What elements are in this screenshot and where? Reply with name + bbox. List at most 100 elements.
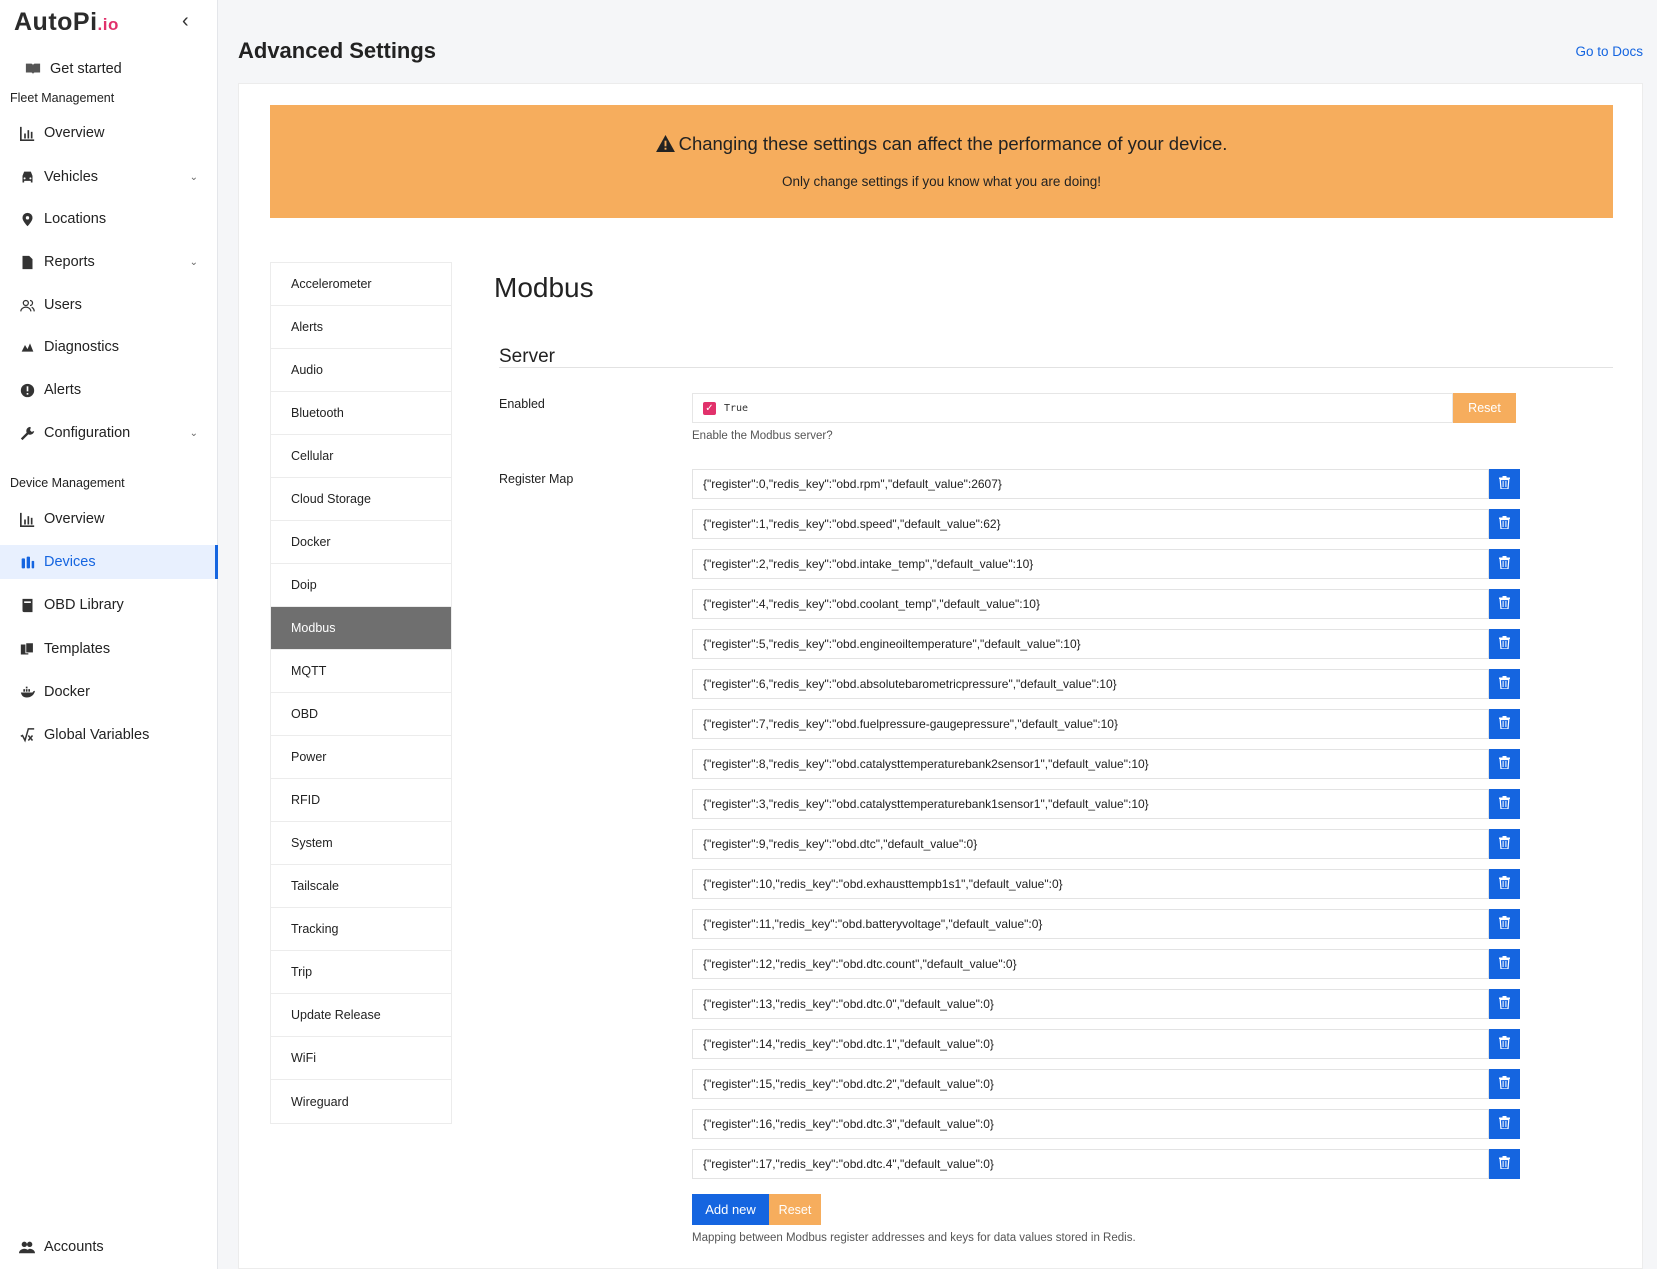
chevron-down-icon[interactable]: ⌄ <box>190 172 198 183</box>
nav-fleet-configuration[interactable]: Configuration ⌄ <box>0 416 218 450</box>
chevron-down-icon[interactable]: ⌄ <box>190 428 198 439</box>
register-map-entry-input[interactable] <box>692 1109 1489 1139</box>
delete-entry-button[interactable] <box>1489 1069 1520 1099</box>
register-map-entry-input[interactable] <box>692 549 1489 579</box>
register-map-row <box>692 1149 1520 1179</box>
register-map-entry-input[interactable] <box>692 1069 1489 1099</box>
settings-menu-item-cloud-storage[interactable]: Cloud Storage <box>271 478 451 521</box>
register-map-entry-input[interactable] <box>692 869 1489 899</box>
settings-menu-item-cellular[interactable]: Cellular <box>271 435 451 478</box>
register-map-entry-input[interactable] <box>692 789 1489 819</box>
settings-menu-item-power[interactable]: Power <box>271 736 451 779</box>
delete-entry-button[interactable] <box>1489 909 1520 939</box>
delete-entry-button[interactable] <box>1489 669 1520 699</box>
register-map-entry-input[interactable] <box>692 989 1489 1019</box>
alert-icon <box>18 381 36 399</box>
delete-entry-button[interactable] <box>1489 589 1520 619</box>
nav-fleet-locations[interactable]: Locations <box>0 202 218 236</box>
nav-fleet-diagnostics[interactable]: Diagnostics <box>0 330 218 364</box>
register-map-row <box>692 589 1520 619</box>
nav-fleet-reports[interactable]: Reports ⌄ <box>0 245 218 279</box>
nav-device-templates[interactable]: Templates <box>0 632 218 666</box>
register-map-entry-input[interactable] <box>692 629 1489 659</box>
register-map-entry-input[interactable] <box>692 829 1489 859</box>
settings-menu-item-wireguard[interactable]: Wireguard <box>271 1080 451 1123</box>
register-map-entry-input[interactable] <box>692 749 1489 779</box>
trash-icon <box>1499 1036 1510 1052</box>
enabled-field[interactable]: ✓ True <box>692 393 1453 423</box>
delete-entry-button[interactable] <box>1489 709 1520 739</box>
register-map-entry-input[interactable] <box>692 909 1489 939</box>
diagnostics-icon <box>18 338 36 356</box>
register-map-reset-button[interactable]: Reset <box>769 1194 821 1225</box>
nav-device-global-variables[interactable]: Global Variables <box>0 718 218 752</box>
settings-menu-item-trip[interactable]: Trip <box>271 951 451 994</box>
go-to-docs-link[interactable]: Go to Docs <box>1575 44 1643 59</box>
chevron-down-icon[interactable]: ⌄ <box>190 257 198 268</box>
register-map-help-text: Mapping between Modbus register addresse… <box>692 1232 1136 1244</box>
nav-accounts[interactable]: Accounts <box>0 1230 218 1264</box>
nav-device-obd-library[interactable]: OBD Library <box>0 588 218 622</box>
trash-icon <box>1499 1156 1510 1172</box>
pin-icon <box>18 210 36 228</box>
enabled-checkbox[interactable]: ✓ <box>703 401 716 415</box>
delete-entry-button[interactable] <box>1489 789 1520 819</box>
nav-fleet-vehicles[interactable]: Vehicles ⌄ <box>0 160 218 194</box>
register-map-entry-input[interactable] <box>692 1029 1489 1059</box>
delete-entry-button[interactable] <box>1489 1029 1520 1059</box>
logo-suffix: .io <box>97 15 119 34</box>
settings-menu-item-update-release[interactable]: Update Release <box>271 994 451 1037</box>
settings-menu-item-doip[interactable]: Doip <box>271 564 451 607</box>
register-map-entry-input[interactable] <box>692 469 1489 499</box>
register-map-label: Register Map <box>499 472 574 486</box>
delete-entry-button[interactable] <box>1489 949 1520 979</box>
register-map-row <box>692 469 1520 499</box>
nav-device-docker[interactable]: Docker <box>0 675 218 709</box>
fleet-section-heading: Fleet Management <box>10 91 115 105</box>
settings-menu-item-tracking[interactable]: Tracking <box>271 908 451 951</box>
register-map-entry-input[interactable] <box>692 669 1489 699</box>
settings-menu-item-accelerometer[interactable]: Accelerometer <box>271 263 451 306</box>
delete-entry-button[interactable] <box>1489 509 1520 539</box>
delete-entry-button[interactable] <box>1489 1109 1520 1139</box>
settings-menu-item-modbus[interactable]: Modbus <box>271 607 451 650</box>
nav-fleet-users[interactable]: Users <box>0 288 218 322</box>
delete-entry-button[interactable] <box>1489 1149 1520 1179</box>
nav-fleet-overview[interactable]: Overview <box>0 116 218 150</box>
settings-menu-item-obd[interactable]: OBD <box>271 693 451 736</box>
autopi-logo[interactable]: AutoPi.io <box>14 8 119 37</box>
nav-device-devices[interactable]: Devices <box>0 545 218 579</box>
register-map-entry-input[interactable] <box>692 949 1489 979</box>
settings-menu-item-mqtt[interactable]: MQTT <box>271 650 451 693</box>
nav-device-overview[interactable]: Overview <box>0 502 218 536</box>
delete-entry-button[interactable] <box>1489 629 1520 659</box>
settings-menu-item-alerts[interactable]: Alerts <box>271 306 451 349</box>
add-new-button[interactable]: Add new <box>692 1194 769 1225</box>
delete-entry-button[interactable] <box>1489 469 1520 499</box>
users-icon <box>18 296 36 314</box>
enabled-reset-button[interactable]: Reset <box>1453 393 1516 423</box>
settings-menu-item-wifi[interactable]: WiFi <box>271 1037 451 1080</box>
subsection-title: Server <box>499 346 555 367</box>
delete-entry-button[interactable] <box>1489 869 1520 899</box>
register-map-row <box>692 1029 1520 1059</box>
delete-entry-button[interactable] <box>1489 989 1520 1019</box>
settings-menu-item-tailscale[interactable]: Tailscale <box>271 865 451 908</box>
register-map-entry-input[interactable] <box>692 589 1489 619</box>
settings-menu-item-rfid[interactable]: RFID <box>271 779 451 822</box>
collapse-sidebar-icon[interactable]: ‹ <box>182 10 189 33</box>
nav-fleet-alerts[interactable]: Alerts <box>0 373 218 407</box>
register-map-entry-input[interactable] <box>692 1149 1489 1179</box>
settings-menu-item-audio[interactable]: Audio <box>271 349 451 392</box>
settings-card: Changing these settings can affect the p… <box>238 83 1643 1269</box>
docker-icon <box>18 683 36 701</box>
nav-get-started[interactable]: Get started <box>0 52 218 86</box>
delete-entry-button[interactable] <box>1489 829 1520 859</box>
register-map-entry-input[interactable] <box>692 509 1489 539</box>
delete-entry-button[interactable] <box>1489 549 1520 579</box>
settings-menu-item-docker[interactable]: Docker <box>271 521 451 564</box>
settings-menu-item-system[interactable]: System <box>271 822 451 865</box>
settings-menu-item-bluetooth[interactable]: Bluetooth <box>271 392 451 435</box>
register-map-entry-input[interactable] <box>692 709 1489 739</box>
delete-entry-button[interactable] <box>1489 749 1520 779</box>
